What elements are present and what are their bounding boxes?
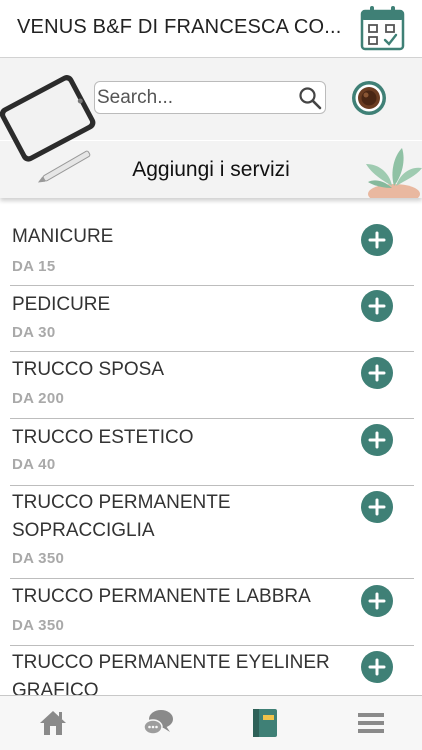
plus-icon: [368, 431, 386, 449]
add-service-button[interactable]: [361, 290, 393, 322]
coffee-cup-avatar[interactable]: [350, 79, 388, 117]
header-banner: Aggiungi i servizi: [0, 58, 422, 198]
add-service-button[interactable]: [361, 585, 393, 617]
page-title: Aggiungi i servizi: [132, 158, 290, 181]
add-service-button[interactable]: [361, 491, 393, 523]
add-service-button[interactable]: [361, 224, 393, 256]
app-title: VENUS B&F DI FRANCESCA CO...: [17, 16, 342, 38]
plus-icon: [368, 592, 386, 610]
add-service-button[interactable]: [361, 424, 393, 456]
service-price: DA 15: [12, 258, 56, 275]
search-box[interactable]: [94, 81, 326, 114]
plus-icon: [368, 658, 386, 676]
plus-icon: [368, 297, 386, 315]
plant-illustration: [362, 146, 422, 198]
calendar-check-icon[interactable]: [360, 5, 406, 51]
list-item[interactable]: PEDICURE DA 30: [0, 286, 422, 352]
add-service-button[interactable]: [361, 651, 393, 683]
plus-icon: [368, 364, 386, 382]
plus-icon: [368, 498, 386, 516]
list-item[interactable]: MANICURE DA 15: [0, 208, 422, 286]
service-name: MANICURE: [12, 226, 114, 247]
service-name: TRUCCO SPOSA: [12, 359, 165, 380]
service-price: DA 40: [12, 456, 56, 473]
service-price: DA 30: [12, 324, 56, 341]
list-item[interactable]: TRUCCO SPOSA DA 200: [0, 352, 422, 419]
add-service-button[interactable]: [361, 357, 393, 389]
plus-icon: [368, 231, 386, 249]
bottom-nav: [0, 695, 422, 750]
service-name: PEDICURE: [12, 294, 111, 315]
notebook-icon[interactable]: [248, 706, 282, 740]
top-bar: VENUS B&F DI FRANCESCA CO...: [0, 0, 422, 58]
app-screen: VENUS B&F DI FRANCESCA CO... Search... A…: [0, 0, 422, 750]
list-item[interactable]: TRUCCO ESTETICO DA 40: [0, 419, 422, 486]
chat-icon[interactable]: [142, 706, 176, 740]
service-name: TRUCCO ESTETICO: [12, 427, 194, 448]
service-price: DA 350: [12, 617, 65, 634]
list-item[interactable]: TRUCCO PERMANENTE SOPRACCIGLIA DA 350: [0, 486, 422, 579]
services-list: MANICURE DA 15 PEDICURE DA 30 TRUCCO SPO…: [0, 208, 422, 726]
home-icon[interactable]: [36, 706, 70, 740]
menu-icon[interactable]: [354, 706, 388, 740]
search-icon[interactable]: [298, 86, 322, 110]
search-input[interactable]: [97, 84, 293, 111]
service-name: TRUCCO PERMANENTE LABBRA: [12, 586, 311, 607]
service-name: TRUCCO PERMANENTE SOPRACCIGLIA: [12, 492, 231, 541]
service-price: DA 350: [12, 550, 65, 567]
service-price: DA 200: [12, 390, 65, 407]
list-item[interactable]: TRUCCO PERMANENTE LABBRA DA 350: [0, 579, 422, 646]
